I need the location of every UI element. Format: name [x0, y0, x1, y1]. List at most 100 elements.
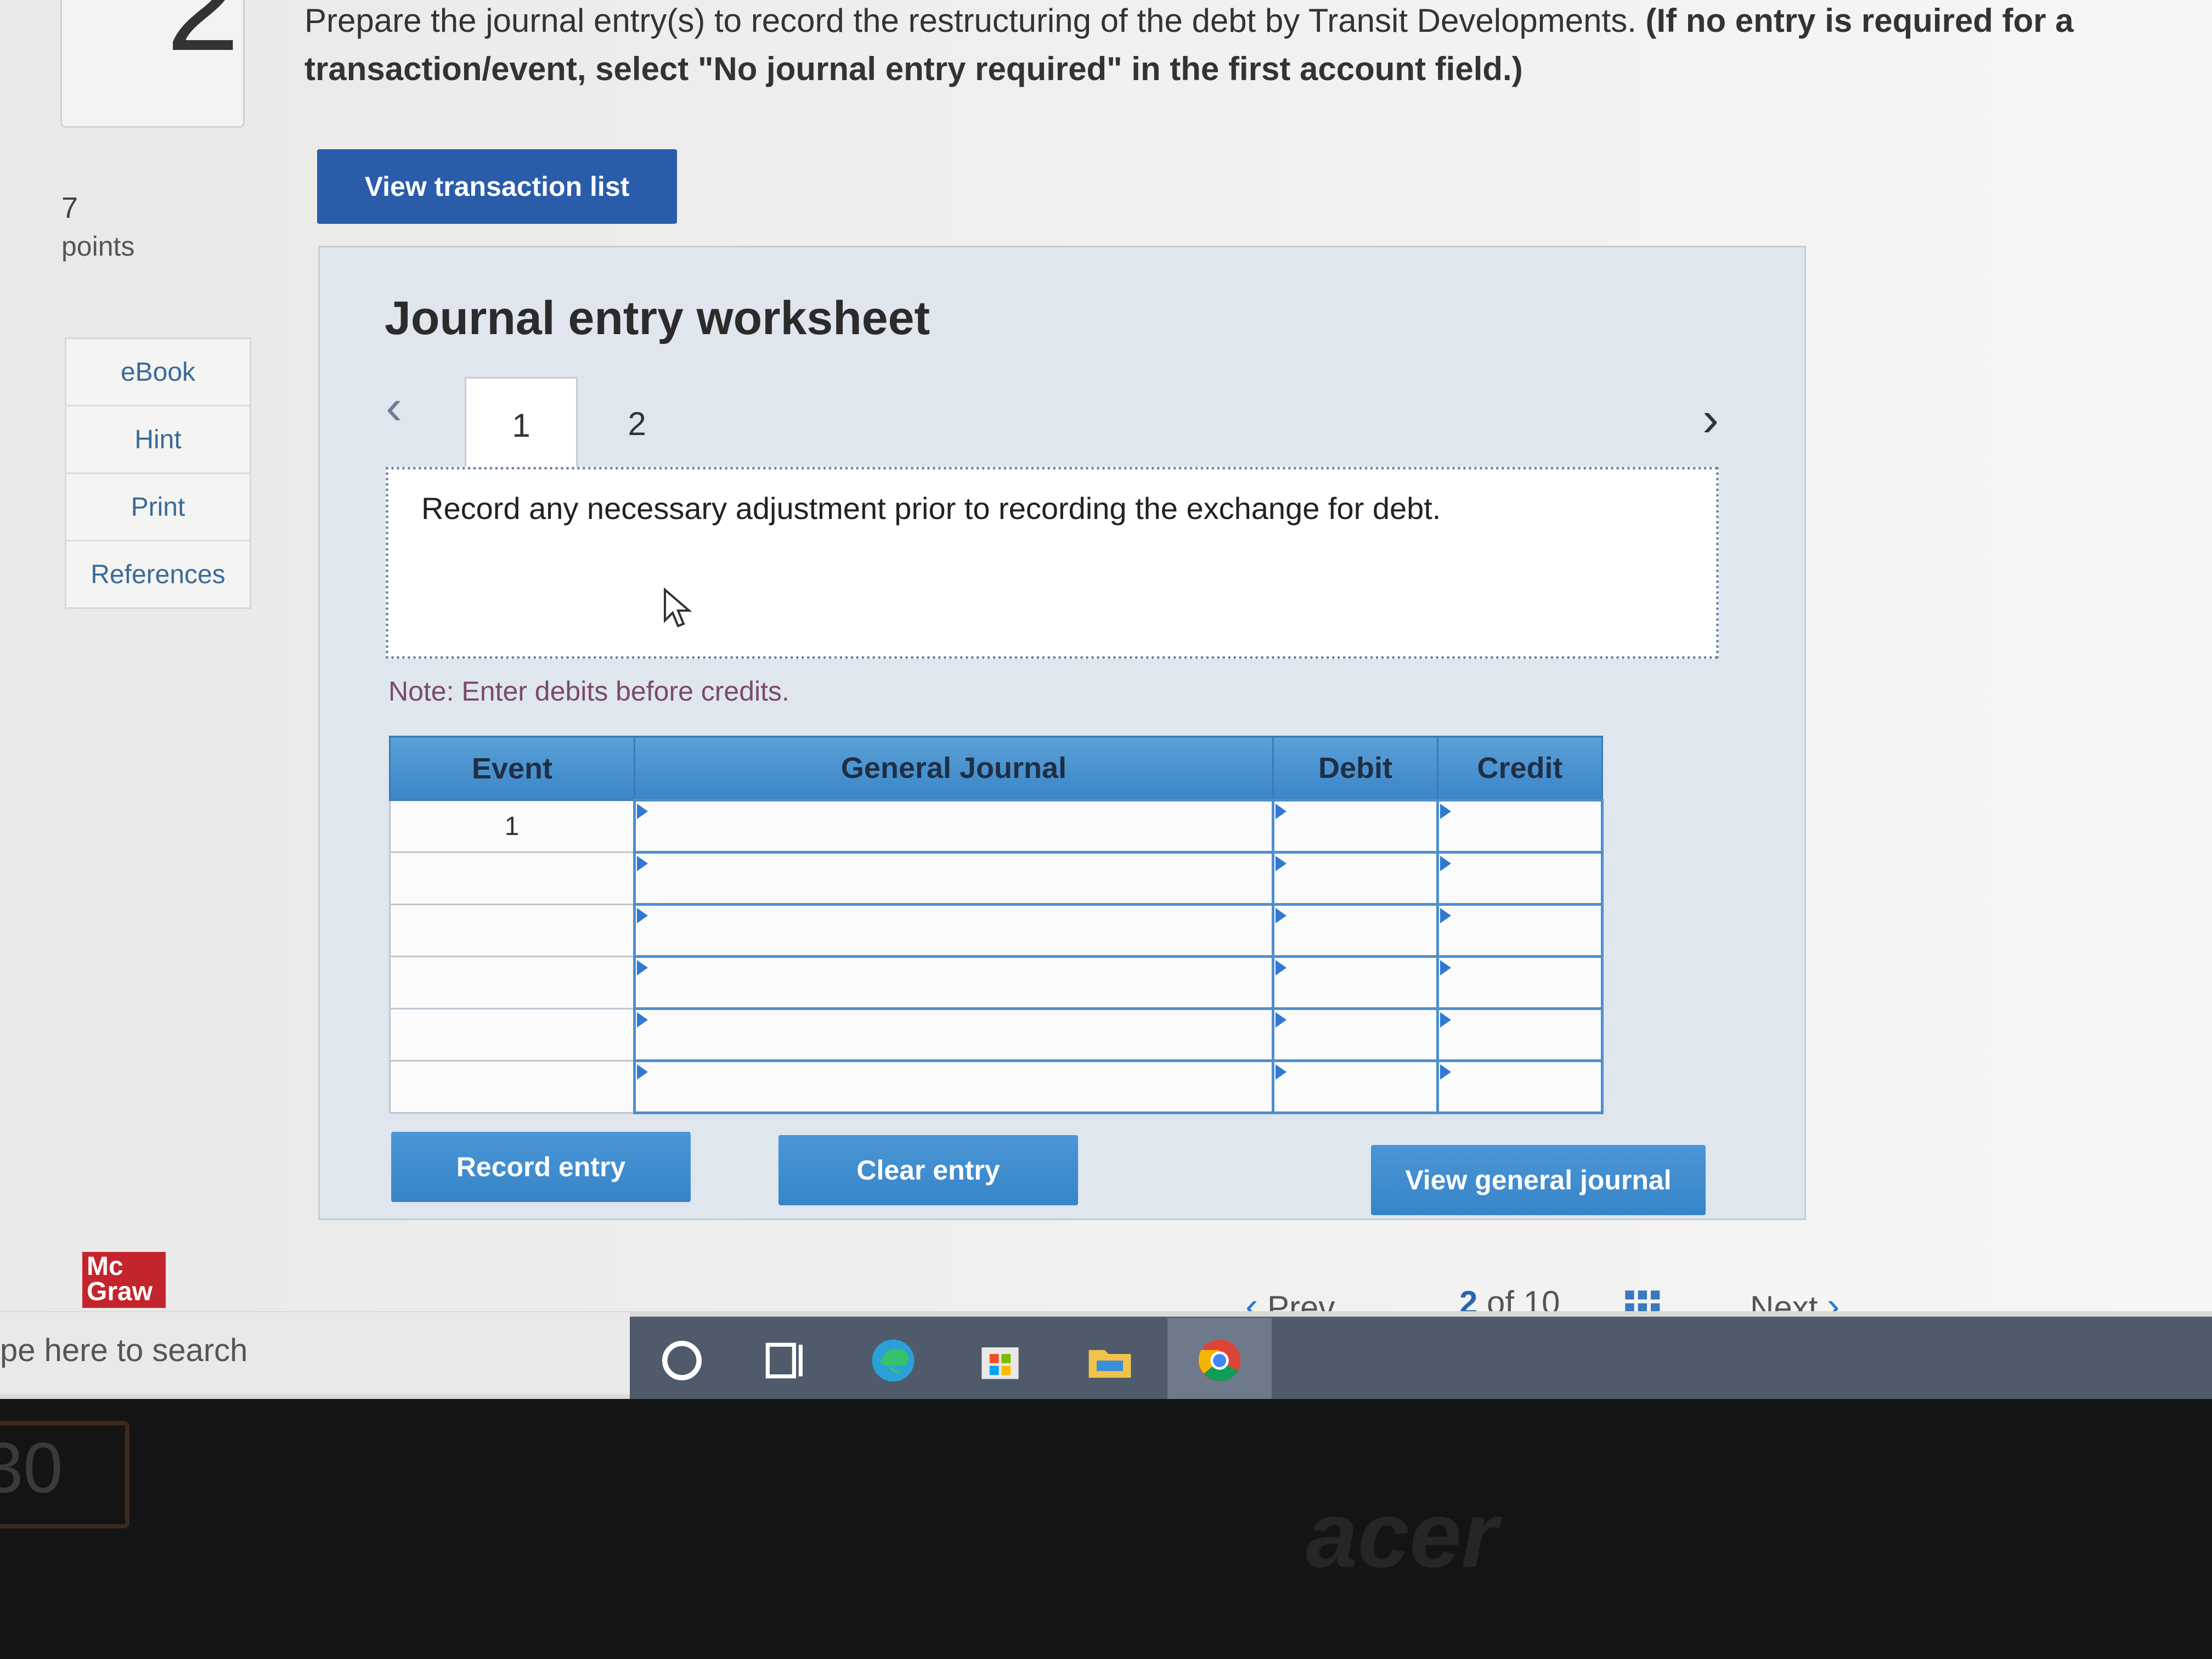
dropdown-marker-icon	[637, 908, 648, 923]
tab-2[interactable]: 2	[582, 377, 692, 470]
account-input[interactable]	[636, 906, 1273, 955]
cell-marker-icon	[1440, 856, 1451, 871]
journal-entry-worksheet: Journal entry worksheet ‹ 1 2 › Record a…	[318, 246, 1806, 1220]
store-icon[interactable]	[974, 1334, 1026, 1387]
view-transaction-list-button[interactable]: View transaction list	[317, 149, 677, 224]
dropdown-marker-icon	[637, 1064, 648, 1080]
mouse-pointer-icon	[664, 588, 692, 628]
dropdown-marker-icon	[637, 1012, 648, 1028]
cell-marker-icon	[1440, 960, 1451, 975]
references-link[interactable]: References	[66, 541, 250, 607]
debit-cell[interactable]	[1272, 955, 1439, 1010]
account-input[interactable]	[636, 802, 1273, 851]
debit-cell[interactable]	[1272, 851, 1439, 906]
debit-input[interactable]	[1275, 958, 1438, 1007]
question-number-box: 2	[60, 0, 245, 128]
event-cell	[389, 1008, 635, 1062]
debit-input[interactable]	[1275, 1010, 1438, 1059]
event-cell	[389, 956, 635, 1009]
debit-input[interactable]	[1275, 854, 1438, 903]
journal-row	[389, 1007, 1604, 1062]
credit-cell[interactable]	[1436, 1007, 1604, 1062]
general-journal-table: Event General Journal Debit Credit 1	[389, 736, 1604, 1114]
debit-cell[interactable]	[1272, 1059, 1439, 1114]
chrome-icon[interactable]	[1193, 1334, 1246, 1387]
ebook-link[interactable]: eBook	[66, 339, 250, 407]
cell-marker-icon	[1276, 1064, 1286, 1080]
credit-cell[interactable]	[1436, 903, 1604, 958]
record-entry-button[interactable]: Record entry	[391, 1132, 691, 1202]
debit-cell[interactable]	[1272, 903, 1439, 958]
file-explorer-icon[interactable]	[1084, 1334, 1136, 1387]
credit-cell[interactable]	[1436, 955, 1604, 1010]
debits-note: Note: Enter debits before credits.	[388, 676, 789, 707]
account-input[interactable]	[636, 1010, 1273, 1059]
cell-marker-icon	[1440, 1012, 1451, 1028]
credit-input[interactable]	[1440, 802, 1602, 851]
credit-input[interactable]	[1440, 906, 1602, 955]
account-select[interactable]	[633, 903, 1274, 958]
credit-input[interactable]	[1440, 958, 1602, 1007]
account-input[interactable]	[636, 854, 1273, 903]
credit-cell[interactable]	[1436, 851, 1604, 906]
credit-cell[interactable]	[1436, 799, 1604, 854]
points-value: 7	[61, 191, 78, 224]
journal-row: 1	[389, 799, 1604, 854]
credit-column-header: Credit	[1437, 736, 1603, 801]
account-select[interactable]	[633, 851, 1274, 906]
credit-input[interactable]	[1440, 1010, 1602, 1059]
cortana-circle-icon[interactable]	[656, 1334, 708, 1387]
account-input[interactable]	[636, 1062, 1273, 1111]
print-link[interactable]: Print	[66, 474, 250, 541]
cell-marker-icon	[1440, 908, 1451, 923]
debit-cell[interactable]	[1272, 1007, 1439, 1062]
cell-marker-icon	[1276, 1012, 1286, 1028]
account-select[interactable]	[633, 799, 1274, 854]
debit-input[interactable]	[1275, 802, 1438, 851]
tab-1[interactable]: 1	[465, 377, 578, 472]
debit-input[interactable]	[1275, 906, 1438, 955]
task-view-icon[interactable]	[760, 1334, 812, 1387]
credit-input[interactable]	[1440, 854, 1602, 903]
general-journal-column-header: General Journal	[634, 736, 1274, 801]
side-tools-panel: eBook Hint Print References	[65, 337, 251, 609]
next-tab-chevron-icon[interactable]: ›	[1702, 391, 1719, 448]
event-column-header: Event	[389, 736, 635, 801]
credit-cell[interactable]	[1436, 1059, 1604, 1114]
journal-row	[389, 955, 1604, 1010]
hint-link[interactable]: Hint	[66, 407, 250, 474]
view-general-journal-button[interactable]: View general journal	[1371, 1145, 1706, 1215]
question-number: 2	[166, 0, 240, 78]
journal-row	[389, 903, 1604, 958]
question-prompt: Prepare the journal entry(s) to record t…	[304, 0, 2203, 93]
cell-marker-icon	[1276, 960, 1286, 975]
debit-column-header: Debit	[1272, 736, 1438, 801]
edge-icon[interactable]	[867, 1334, 919, 1387]
event-cell	[389, 851, 635, 905]
debit-input[interactable]	[1275, 1062, 1438, 1111]
acer-logo: acer	[1306, 1483, 1498, 1587]
clear-entry-button[interactable]: Clear entry	[778, 1135, 1078, 1205]
journal-header-row: Event General Journal Debit Credit	[389, 736, 1603, 801]
journal-row	[389, 851, 1604, 906]
credit-input[interactable]	[1440, 1062, 1602, 1111]
debit-cell[interactable]	[1272, 799, 1439, 854]
cell-marker-icon	[1440, 1064, 1451, 1080]
worksheet-description-box: Record any necessary adjustment prior to…	[386, 467, 1719, 659]
worksheet-title: Journal entry worksheet	[385, 292, 930, 345]
account-input[interactable]	[636, 958, 1273, 1007]
taskbar-search-text: pe here to search	[0, 1333, 248, 1368]
points-label: points	[61, 231, 135, 262]
event-cell	[389, 904, 635, 957]
event-cell: 1	[389, 799, 635, 853]
dropdown-marker-icon	[637, 960, 648, 975]
account-select[interactable]	[633, 1007, 1274, 1062]
worksheet-description: Record any necessary adjustment prior to…	[421, 491, 1441, 526]
account-select[interactable]	[633, 955, 1274, 1010]
journal-row	[389, 1059, 1604, 1114]
prev-tab-chevron-icon[interactable]: ‹	[386, 379, 402, 436]
cell-marker-icon	[1276, 856, 1286, 871]
account-select[interactable]	[633, 1059, 1274, 1114]
event-cell	[389, 1060, 635, 1114]
prompt-text: Prepare the journal entry(s) to record t…	[304, 2, 1646, 39]
